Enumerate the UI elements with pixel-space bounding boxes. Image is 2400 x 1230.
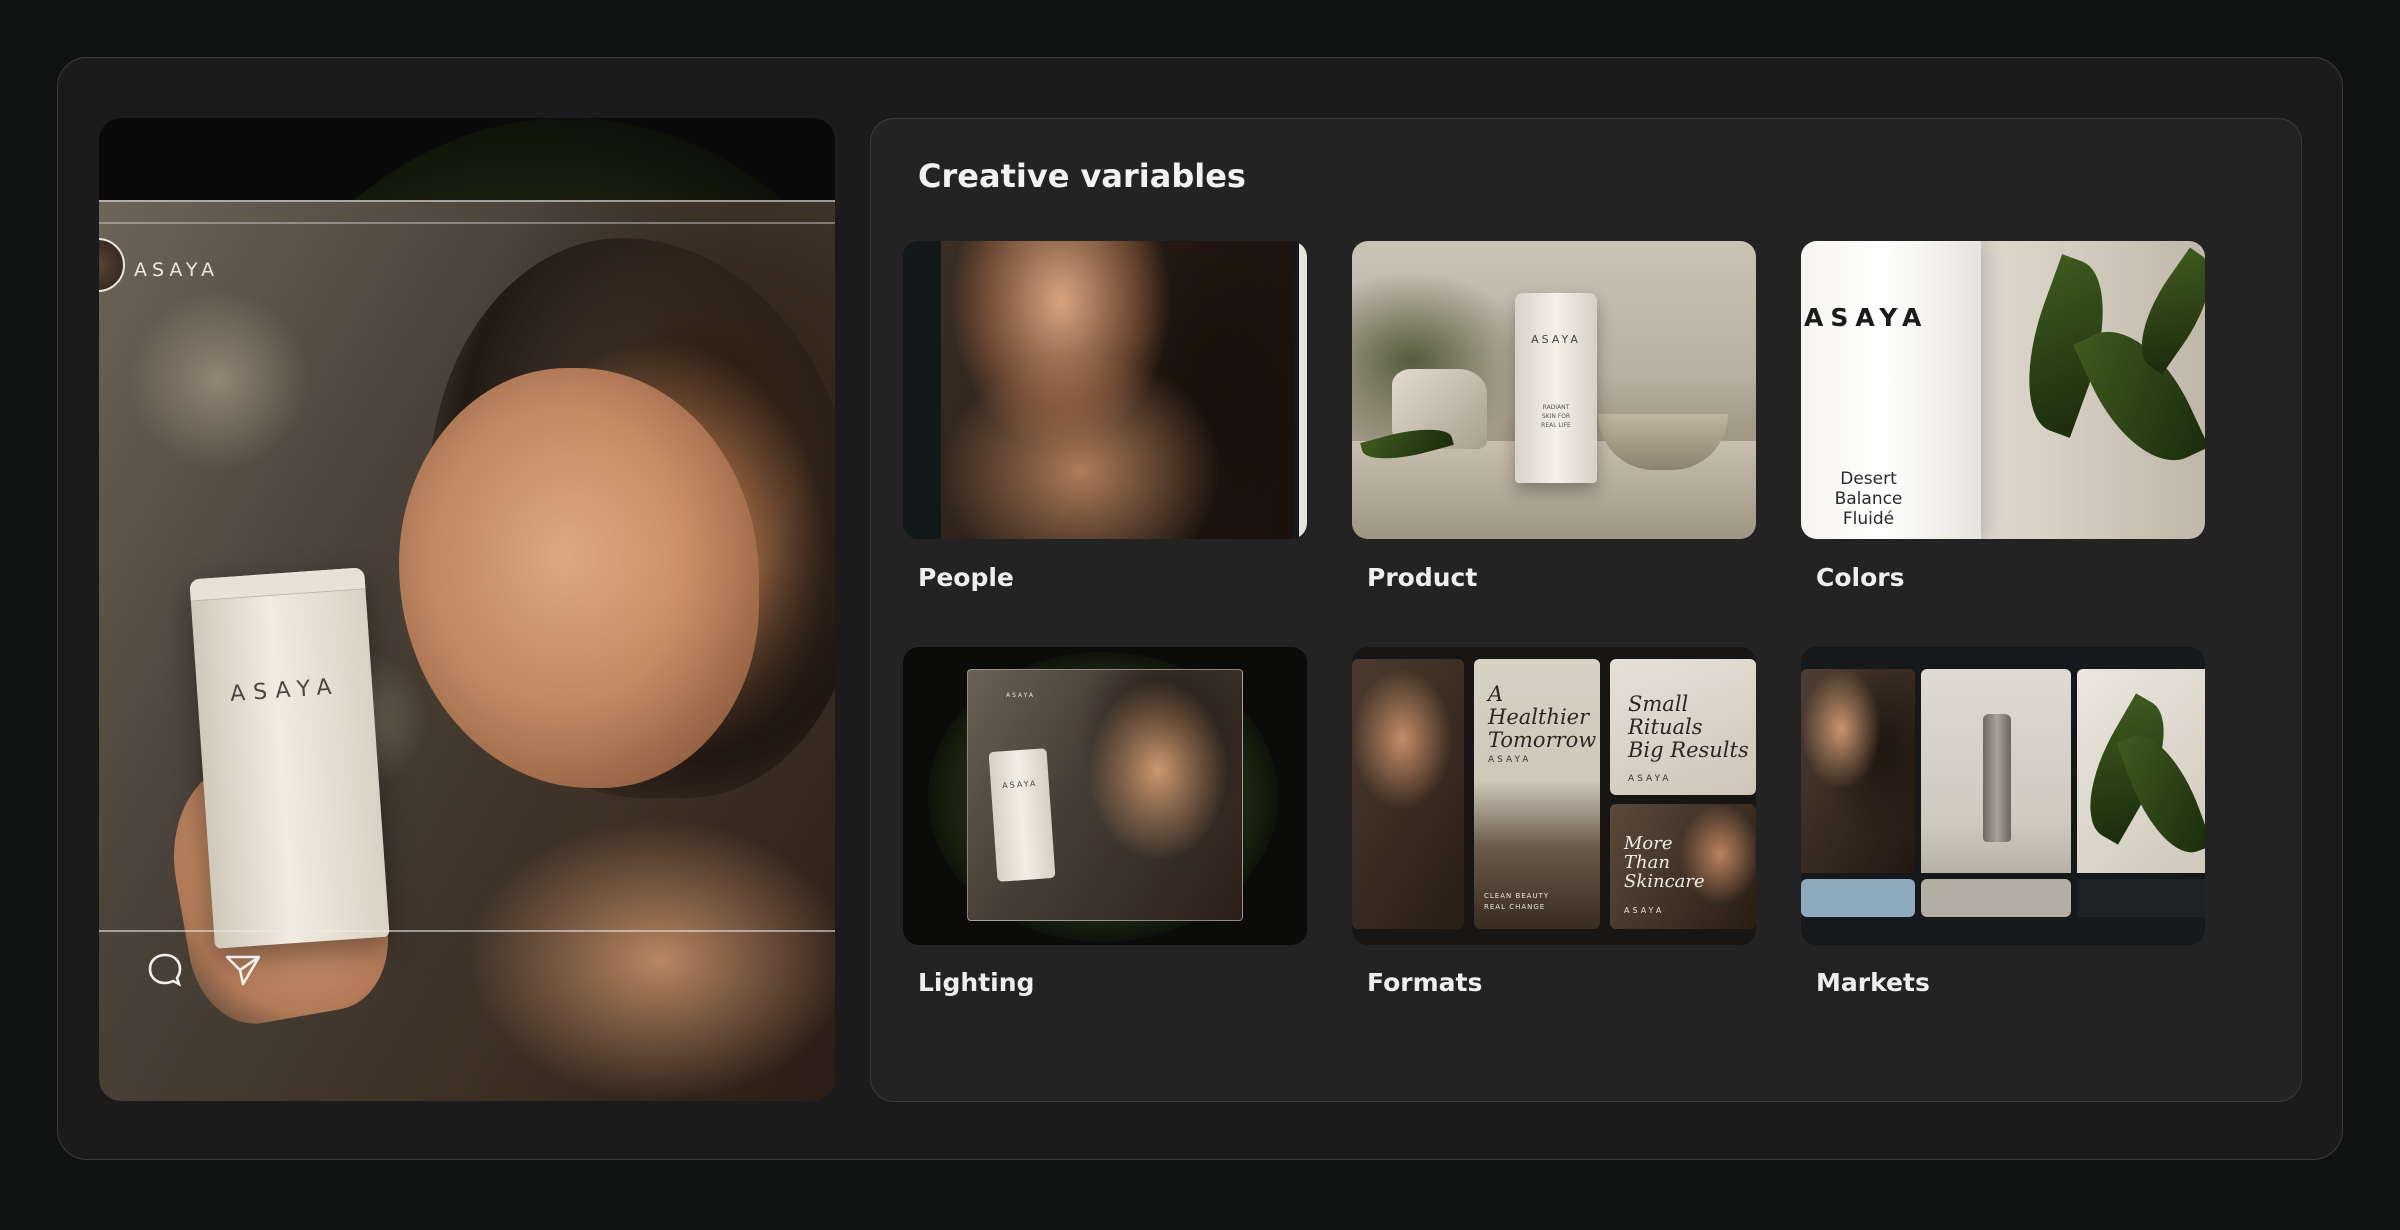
format-thumbnail-square: Small Rituals Big Results ASAYA [1610,659,1756,795]
preview-product-tube: ASAYA [189,567,390,949]
format-thumbnail-small: More Than Skincare ASAYA [1610,804,1756,929]
variable-card-colors[interactable]: ASAYA Desert Balance Fluidé [1801,241,2205,539]
variable-card-formats[interactable]: A Healthier Tomorrow ASAYA CLEAN BEAUTY … [1352,647,1756,945]
preview-top-line [99,200,835,202]
variable-label-markets: Markets [1816,968,1930,997]
people-thumbnail [941,241,1293,539]
market-thumbnail-2 [1921,669,2071,873]
variable-card-markets[interactable] [1801,647,2205,945]
format-thumbnail-story: A Healthier Tomorrow ASAYA CLEAN BEAUTY … [1474,659,1600,929]
market-thumbnail-3 [2066,669,2205,873]
preview-tube-brand: ASAYA [229,674,341,707]
comment-icon[interactable] [145,950,185,990]
panel-title: Creative variables [918,157,1246,195]
send-icon[interactable] [223,950,263,990]
format-thumbnail-portrait [1352,659,1464,929]
preview-action-bar [99,950,835,990]
variable-label-people: People [918,563,1014,592]
lighting-thumbnail: ASAYA ASAYA [967,669,1243,921]
product-thumbnail-tube: ASAYA RADIANT SKIN FOR REAL LIFE [1515,293,1597,483]
variable-label-colors: Colors [1816,563,1905,592]
preview-progress-line [99,222,835,224]
variable-card-people[interactable] [903,241,1307,539]
preview-bottom-line [99,930,835,932]
market-thumbnail-1 [1801,669,1915,873]
variable-card-product[interactable]: ASAYA RADIANT SKIN FOR REAL LIFE [1352,241,1756,539]
variable-label-lighting: Lighting [918,968,1035,997]
ad-preview: ASAYA ASAYA [99,118,835,1101]
preview-brand: ASAYA [134,259,220,281]
creative-variables-panel: Creative variables People ASAYA RADIANT … [870,118,2302,1102]
variable-card-lighting[interactable]: ASAYA ASAYA [903,647,1307,945]
variable-label-product: Product [1367,563,1478,592]
variable-label-formats: Formats [1367,968,1483,997]
